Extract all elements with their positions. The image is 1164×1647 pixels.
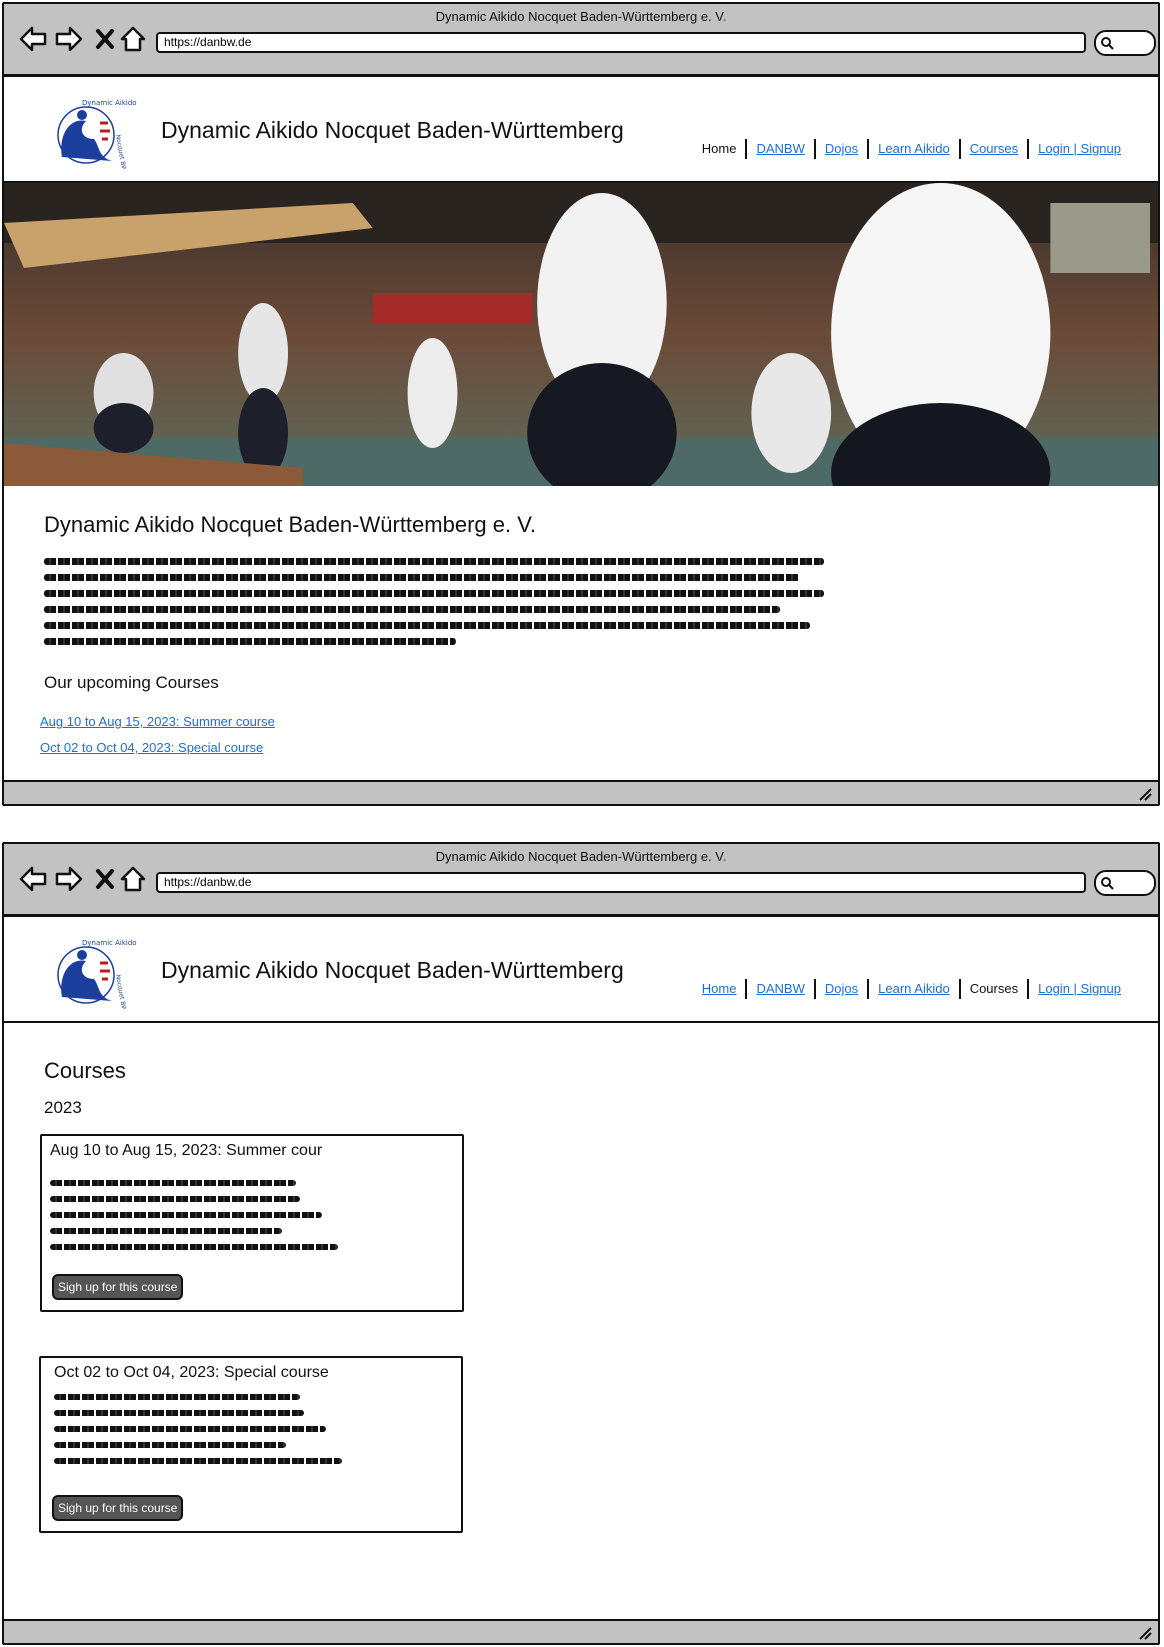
placeholder-text-line (44, 622, 810, 629)
svg-text:Nocquet BW e.V.: Nocquet BW e.V. (114, 974, 130, 1009)
main-nav: Home DANBW Dojos Learn Aikido Courses Lo… (693, 139, 1130, 159)
nav-danbw[interactable]: DANBW (747, 980, 813, 998)
placeholder-text-line (44, 606, 780, 613)
resize-grip-icon[interactable] (1138, 787, 1152, 801)
site-header: Dynamic Aikido Nocquet BW e.V. Dynamic A… (4, 917, 1158, 1023)
home-icon[interactable] (118, 24, 148, 54)
course-card-title: Oct 02 to Oct 04, 2023: Special course (54, 1364, 329, 1381)
search-icon (1101, 37, 1114, 50)
course-card: Aug 10 to Aug 15, 2023: Summer cour Sigh… (40, 1134, 464, 1312)
forward-arrow-icon[interactable] (54, 864, 84, 894)
placeholder-text-line (54, 1426, 326, 1432)
search-icon (1101, 877, 1114, 890)
browser-chrome: Dynamic Aikido Nocquet Baden-Württemberg… (4, 844, 1158, 917)
course-description (50, 1180, 338, 1260)
courses-heading: Courses (44, 1058, 126, 1083)
home-icon[interactable] (118, 864, 148, 894)
placeholder-text-line (50, 1196, 300, 1202)
aikido-logo[interactable]: Dynamic Aikido Nocquet BW e.V. (42, 935, 138, 1009)
window-title: Dynamic Aikido Nocquet Baden-Württemberg… (435, 849, 727, 864)
browser-window-courses: Dynamic Aikido Nocquet Baden-Württemberg… (2, 842, 1160, 1645)
placeholder-text-line (50, 1244, 338, 1250)
site-header: Dynamic Aikido Nocquet BW e.V. Dynamic A… (4, 77, 1158, 183)
nav-home[interactable]: Home (693, 140, 746, 158)
svg-text:Dynamic Aikido: Dynamic Aikido (82, 939, 137, 947)
nav-dojos[interactable]: Dojos (816, 140, 867, 158)
back-arrow-icon[interactable] (18, 864, 48, 894)
nav-home[interactable]: Home (693, 980, 746, 998)
course-card-title: Aug 10 to Aug 15, 2023: Summer cour (50, 1142, 323, 1159)
intro-paragraph (44, 558, 824, 654)
close-icon[interactable] (91, 864, 121, 894)
window-title: Dynamic Aikido Nocquet Baden-Württemberg… (435, 9, 727, 24)
aikido-logo[interactable]: Dynamic Aikido Nocquet BW e.V. (42, 95, 138, 169)
svg-text:Dynamic Aikido: Dynamic Aikido (82, 99, 137, 107)
placeholder-text-line (44, 590, 824, 597)
search-field[interactable] (1094, 870, 1156, 896)
page-heading: Dynamic Aikido Nocquet Baden-Württemberg… (44, 512, 536, 537)
placeholder-text-line (54, 1410, 304, 1416)
hero-image (4, 183, 1158, 486)
course-link-special[interactable]: Oct 02 to Oct 04, 2023: Special course (40, 740, 263, 755)
nav-learn-aikido[interactable]: Learn Aikido (869, 140, 959, 158)
upcoming-courses-heading: Our upcoming Courses (44, 673, 219, 692)
placeholder-text-line (50, 1212, 322, 1218)
placeholder-text-line (44, 638, 456, 645)
course-card: Oct 02 to Oct 04, 2023: Special course S… (39, 1356, 463, 1533)
status-bar (4, 1619, 1158, 1643)
placeholder-text-line (54, 1394, 300, 1400)
nav-dojos[interactable]: Dojos (816, 980, 867, 998)
placeholder-text-line (50, 1228, 282, 1234)
placeholder-text-line (50, 1180, 296, 1186)
search-field[interactable] (1094, 30, 1156, 56)
course-description (54, 1394, 342, 1474)
resize-grip-icon[interactable] (1138, 1626, 1152, 1640)
site-title: Dynamic Aikido Nocquet Baden-Württemberg (161, 117, 624, 143)
placeholder-text-line (54, 1458, 342, 1464)
address-bar[interactable]: https://danbw.de (156, 872, 1086, 893)
placeholder-text-line (44, 574, 800, 581)
browser-window-home: Dynamic Aikido Nocquet Baden-Württemberg… (2, 2, 1160, 806)
nav-danbw[interactable]: DANBW (747, 140, 813, 158)
signup-button[interactable]: Sigh up for this course (52, 1274, 184, 1300)
nav-courses[interactable]: Courses (961, 980, 1027, 998)
browser-chrome: Dynamic Aikido Nocquet Baden-Württemberg… (4, 4, 1158, 77)
back-arrow-icon[interactable] (18, 24, 48, 54)
close-icon[interactable] (91, 24, 121, 54)
status-bar (4, 780, 1158, 804)
placeholder-text-line (44, 558, 824, 565)
nav-login-signup[interactable]: Login | Signup (1029, 140, 1130, 158)
svg-text:Nocquet BW e.V.: Nocquet BW e.V. (114, 134, 130, 169)
main-nav: Home DANBW Dojos Learn Aikido Courses Lo… (693, 979, 1130, 999)
forward-arrow-icon[interactable] (54, 24, 84, 54)
placeholder-text-line (54, 1442, 286, 1448)
address-bar[interactable]: https://danbw.de (156, 32, 1086, 53)
nav-courses[interactable]: Courses (961, 140, 1027, 158)
signup-button[interactable]: Sigh up for this course (52, 1495, 184, 1521)
nav-login-signup[interactable]: Login | Signup (1029, 980, 1130, 998)
course-link-summer[interactable]: Aug 10 to Aug 15, 2023: Summer course (40, 714, 275, 729)
year-heading: 2023 (44, 1098, 82, 1117)
site-title: Dynamic Aikido Nocquet Baden-Württemberg (161, 957, 624, 983)
nav-learn-aikido[interactable]: Learn Aikido (869, 980, 959, 998)
